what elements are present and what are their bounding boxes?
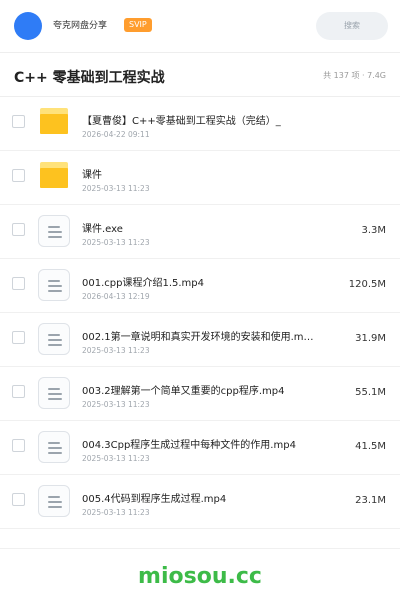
folder-icon xyxy=(40,108,68,134)
document-icon xyxy=(38,431,70,463)
file-size: 41.5M xyxy=(355,441,386,452)
file-name: 005.4代码到程序生成过程.mp4 xyxy=(82,494,227,505)
select-checkbox[interactable] xyxy=(12,169,25,182)
avatar[interactable] xyxy=(14,12,42,40)
list-item[interactable]: 001.cpp课程介绍1.5.mp4 2026-04-13 12:19 120.… xyxy=(0,259,400,313)
file-size: 3.3M xyxy=(361,225,386,236)
list-item[interactable]: 002.1第一章说明和真实开发环境的安装和使用.m… 2025-03-13 11… xyxy=(0,313,400,367)
document-icon xyxy=(38,377,70,409)
document-icon xyxy=(38,215,70,247)
select-checkbox[interactable] xyxy=(12,277,25,290)
folder-header: C++ 零基础到工程实战 共 137 项 · 7.4G xyxy=(0,53,400,97)
select-checkbox[interactable] xyxy=(12,331,25,344)
select-checkbox[interactable] xyxy=(12,493,25,506)
search-button[interactable]: 搜索 xyxy=(316,12,388,40)
select-checkbox[interactable] xyxy=(12,385,25,398)
file-date: 2025-03-13 11:23 xyxy=(82,238,150,247)
list-item[interactable]: 004.3Cpp程序生成过程中每种文件的作用.mp4 2025-03-13 11… xyxy=(0,421,400,475)
file-date: 2026-04-22 09:11 xyxy=(82,130,150,139)
item-summary: 共 137 项 · 7.4G xyxy=(323,71,386,80)
folder-icon xyxy=(40,162,68,188)
file-size: 31.9M xyxy=(355,333,386,344)
file-size: 23.1M xyxy=(355,495,386,506)
file-date: 2026-04-13 12:19 xyxy=(82,292,150,301)
file-name: 课件.exe xyxy=(82,224,123,235)
file-date: 2025-03-13 11:23 xyxy=(82,346,150,355)
brand-watermark[interactable]: miosou.cc xyxy=(0,564,400,589)
file-name: 002.1第一章说明和真实开发环境的安装和使用.m… xyxy=(82,332,314,343)
file-size: 55.1M xyxy=(355,387,386,398)
document-icon xyxy=(38,485,70,517)
file-name: 003.2理解第一个简单又重要的cpp程序.mp4 xyxy=(82,386,285,397)
list-item[interactable]: 005.4代码到程序生成过程.mp4 2025-03-13 11:23 23.1… xyxy=(0,475,400,529)
select-checkbox[interactable] xyxy=(12,115,25,128)
file-size: 120.5M xyxy=(348,279,386,290)
list-item[interactable]: 003.2理解第一个简单又重要的cpp程序.mp4 2025-03-13 11:… xyxy=(0,367,400,421)
file-date: 2025-03-13 11:23 xyxy=(82,508,150,517)
select-checkbox[interactable] xyxy=(12,223,25,236)
footer-divider xyxy=(0,548,400,549)
file-name: 【夏曹俊】C++零基础到工程实战（完结）_ xyxy=(82,116,281,127)
app-name: 夸克网盘分享 xyxy=(53,21,108,31)
file-date: 2025-03-13 11:23 xyxy=(82,184,150,193)
file-date: 2025-03-13 11:23 xyxy=(82,454,150,463)
page-title: C++ 零基础到工程实战 xyxy=(14,70,165,86)
file-name: 001.cpp课程介绍1.5.mp4 xyxy=(82,278,204,289)
file-name: 004.3Cpp程序生成过程中每种文件的作用.mp4 xyxy=(82,440,296,451)
list-item[interactable]: 课件 2025-03-13 11:23 xyxy=(0,151,400,205)
svip-badge: SVIP xyxy=(124,18,152,32)
top-bar: 夸克网盘分享 SVIP 搜索 xyxy=(0,0,400,52)
file-name: 课件 xyxy=(82,170,102,181)
file-date: 2025-03-13 11:23 xyxy=(82,400,150,409)
file-list: 【夏曹俊】C++零基础到工程实战（完结）_ 2026-04-22 09:11 课… xyxy=(0,97,400,529)
list-item[interactable]: 【夏曹俊】C++零基础到工程实战（完结）_ 2026-04-22 09:11 xyxy=(0,97,400,151)
select-checkbox[interactable] xyxy=(12,439,25,452)
document-icon xyxy=(38,269,70,301)
document-icon xyxy=(38,323,70,355)
list-item[interactable]: 课件.exe 2025-03-13 11:23 3.3M xyxy=(0,205,400,259)
